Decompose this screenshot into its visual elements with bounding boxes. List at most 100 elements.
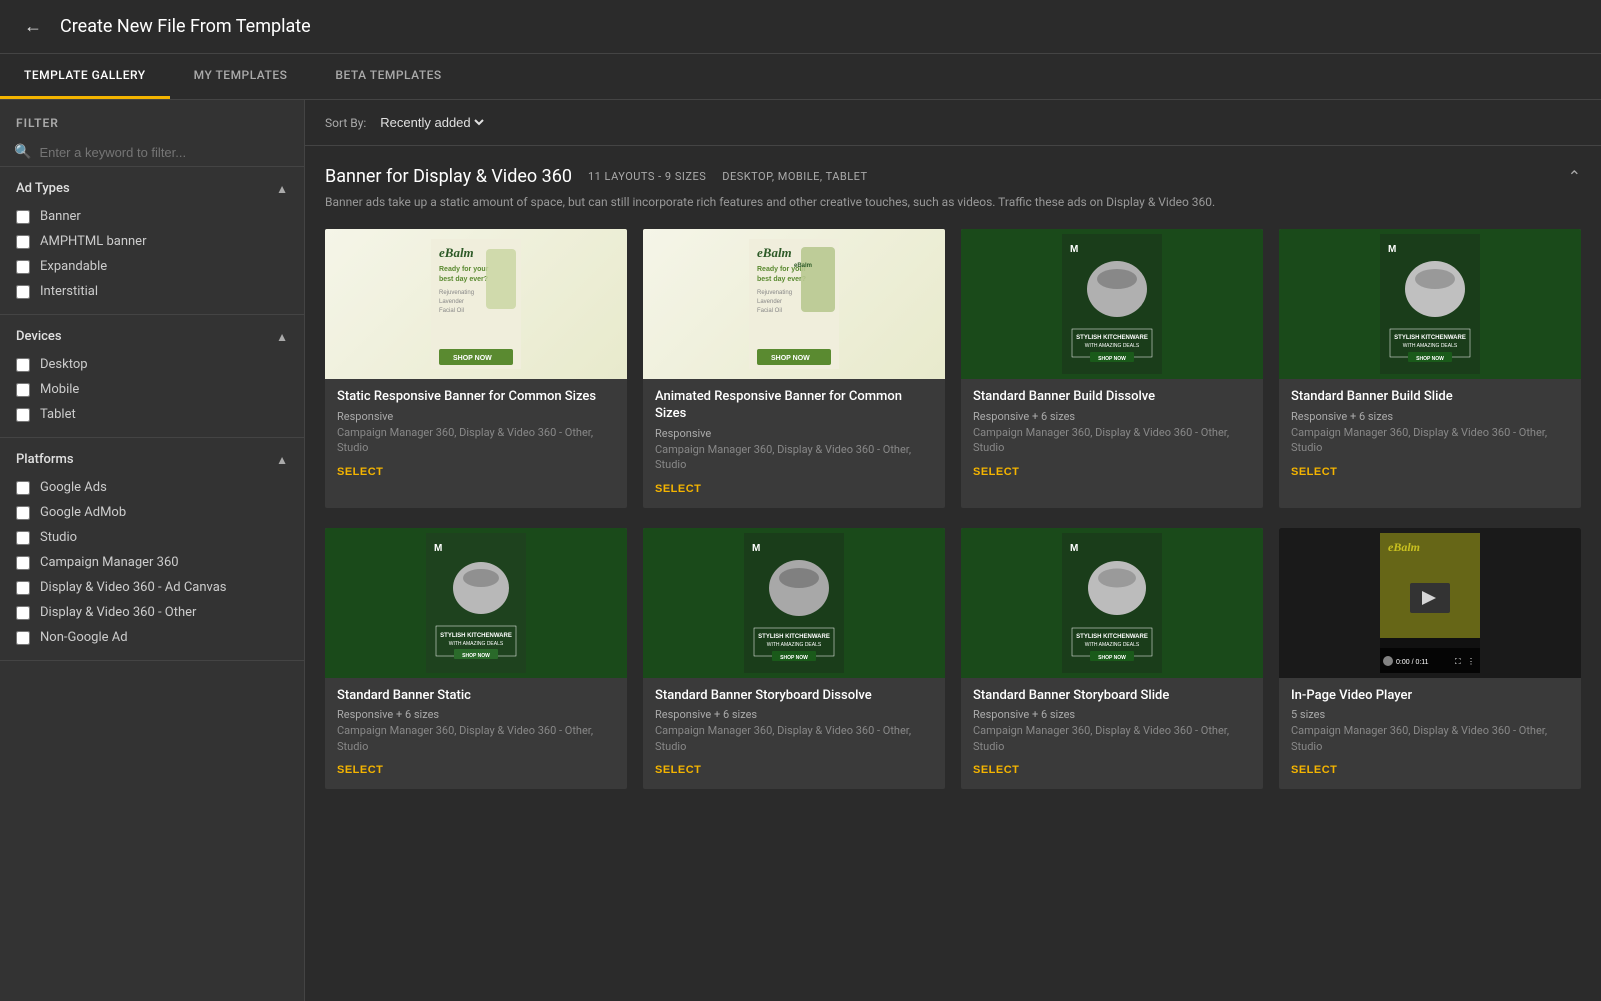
dv360-adcanvas-checkbox[interactable] bbox=[16, 581, 30, 595]
select-button-7[interactable]: SELECT bbox=[973, 764, 1019, 776]
tab-beta-templates[interactable]: BETA TEMPLATES bbox=[311, 54, 465, 99]
card-title-2: Animated Responsive Banner for Common Si… bbox=[655, 389, 933, 423]
svg-text:0:00 / 0:11: 0:00 / 0:11 bbox=[1396, 659, 1429, 666]
card-banner-static[interactable]: M STYLISH KITCHENWARE WITH AMAZING DEALS… bbox=[325, 528, 627, 790]
tab-template-gallery[interactable]: TEMPLATE GALLERY bbox=[0, 54, 170, 99]
campaign-manager-checkbox[interactable] bbox=[16, 556, 30, 570]
select-button-6[interactable]: SELECT bbox=[655, 764, 701, 776]
sort-select[interactable]: Recently added Name Most used bbox=[376, 114, 487, 131]
desktop-checkbox[interactable] bbox=[16, 358, 30, 372]
card-image-static-responsive: eBalm Ready for your best day ever? Reju… bbox=[325, 229, 627, 379]
select-button-4[interactable]: SELECT bbox=[1291, 466, 1337, 478]
expandable-checkbox[interactable] bbox=[16, 260, 30, 274]
card-platforms-4: Campaign Manager 360, Display & Video 36… bbox=[1291, 425, 1569, 456]
svg-text:eBalm: eBalm bbox=[757, 245, 792, 260]
devices-header[interactable]: Devices ▲ bbox=[0, 315, 304, 352]
svg-text:eBalm: eBalm bbox=[1388, 540, 1420, 554]
content-area: Sort By: Recently added Name Most used B… bbox=[305, 100, 1601, 1001]
select-button-1[interactable]: SELECT bbox=[337, 466, 383, 478]
card-static-responsive[interactable]: eBalm Ready for your best day ever? Reju… bbox=[325, 229, 627, 508]
tablet-checkbox[interactable] bbox=[16, 408, 30, 422]
svg-text:Facial Oil: Facial Oil bbox=[439, 308, 464, 314]
select-button-8[interactable]: SELECT bbox=[1291, 764, 1337, 776]
svg-text:⛶: ⛶ bbox=[1454, 657, 1461, 666]
card-storyboard-slide[interactable]: M STYLISH KITCHENWARE WITH AMAZING DEALS… bbox=[961, 528, 1263, 790]
filter-expandable[interactable]: Expandable bbox=[0, 254, 304, 279]
svg-text:M: M bbox=[1070, 543, 1078, 554]
platforms-header[interactable]: Platforms ▲ bbox=[0, 438, 304, 475]
card-animated-responsive[interactable]: eBalm Ready for your best day ever? Reju… bbox=[643, 229, 945, 508]
filter-mobile[interactable]: Mobile bbox=[0, 377, 304, 402]
filter-banner[interactable]: Banner bbox=[0, 204, 304, 229]
card-build-slide[interactable]: M STYLISH KITCHENWARE WITH AMAZING DEALS… bbox=[1279, 229, 1581, 508]
filter-studio[interactable]: Studio bbox=[0, 525, 304, 550]
tab-my-templates[interactable]: MY TEMPLATES bbox=[170, 54, 312, 99]
collapse-icon[interactable]: ⌃ bbox=[1568, 167, 1581, 186]
svg-text:SHOP NOW: SHOP NOW bbox=[1098, 356, 1126, 362]
card-build-dissolve[interactable]: M STYLISH KITCHENWARE WITH AMAZING DEALS… bbox=[961, 229, 1263, 508]
card-subtitle-8: 5 sizes bbox=[1291, 708, 1569, 721]
svg-text:WITH AMAZING DEALS: WITH AMAZING DEALS bbox=[767, 642, 822, 648]
card-platforms-5: Campaign Manager 360, Display & Video 36… bbox=[337, 723, 615, 754]
select-button-3[interactable]: SELECT bbox=[973, 466, 1019, 478]
svg-text:M: M bbox=[434, 543, 442, 554]
card-title-6: Standard Banner Storyboard Dissolve bbox=[655, 688, 933, 705]
svg-text:SHOP NOW: SHOP NOW bbox=[462, 653, 490, 659]
filter-amphtml[interactable]: AMPHTML banner bbox=[0, 229, 304, 254]
devices-section: Devices ▲ Desktop Mobile Tablet bbox=[0, 315, 304, 438]
svg-text:WITH AMAZING DEALS: WITH AMAZING DEALS bbox=[449, 641, 504, 647]
card-body-3: Standard Banner Build Dissolve Responsiv… bbox=[961, 379, 1263, 491]
mobile-checkbox[interactable] bbox=[16, 383, 30, 397]
studio-checkbox[interactable] bbox=[16, 531, 30, 545]
svg-text:M: M bbox=[752, 543, 760, 554]
google-ads-checkbox[interactable] bbox=[16, 481, 30, 495]
dv360-other-checkbox[interactable] bbox=[16, 606, 30, 620]
sidebar: FILTER 🔍 Ad Types ▲ Banner AMPHTML banne… bbox=[0, 100, 305, 1001]
filter-google-ads[interactable]: Google Ads bbox=[0, 475, 304, 500]
banner-layouts: 11 LAYOUTS - 9 SIZES bbox=[588, 170, 706, 183]
card-platforms-2: Campaign Manager 360, Display & Video 36… bbox=[655, 442, 933, 473]
select-button-2[interactable]: SELECT bbox=[655, 483, 701, 495]
filter-interstitial[interactable]: Interstitial bbox=[0, 279, 304, 304]
tab-bar: TEMPLATE GALLERY MY TEMPLATES BETA TEMPL… bbox=[0, 54, 1601, 100]
filter-campaign-manager[interactable]: Campaign Manager 360 bbox=[0, 550, 304, 575]
svg-text:Lavender: Lavender bbox=[439, 299, 464, 305]
card-subtitle-4: Responsive + 6 sizes bbox=[1291, 410, 1569, 423]
svg-text:STYLISH KITCHENWARE: STYLISH KITCHENWARE bbox=[440, 633, 512, 639]
card-subtitle-1: Responsive bbox=[337, 410, 615, 423]
select-button-5[interactable]: SELECT bbox=[337, 764, 383, 776]
filter-google-admob[interactable]: Google AdMob bbox=[0, 500, 304, 525]
card-platforms-8: Campaign Manager 360, Display & Video 36… bbox=[1291, 723, 1569, 754]
filter-desktop[interactable]: Desktop bbox=[0, 352, 304, 377]
ad-preview-video: eBalm 0:00 / 0:11 ⛶ ⋮ bbox=[1279, 528, 1581, 678]
filter-tablet[interactable]: Tablet bbox=[0, 402, 304, 427]
card-storyboard-dissolve[interactable]: M STYLISH KITCHENWARE WITH AMAZING DEALS… bbox=[643, 528, 945, 790]
search-icon: 🔍 bbox=[14, 144, 31, 160]
svg-text:⋮: ⋮ bbox=[1467, 657, 1475, 666]
back-button[interactable]: ← bbox=[20, 12, 46, 41]
filter-dv360-other[interactable]: Display & Video 360 - Other bbox=[0, 600, 304, 625]
filter-non-google[interactable]: Non-Google Ad bbox=[0, 625, 304, 650]
svg-text:SHOP NOW: SHOP NOW bbox=[780, 655, 808, 661]
banner-checkbox[interactable] bbox=[16, 210, 30, 224]
banner-label: Banner bbox=[40, 209, 81, 224]
banner-section-header[interactable]: Banner for Display & Video 360 11 LAYOUT… bbox=[325, 166, 1581, 187]
search-box: 🔍 bbox=[0, 138, 304, 167]
google-admob-checkbox[interactable] bbox=[16, 506, 30, 520]
non-google-label: Non-Google Ad bbox=[40, 630, 128, 645]
cards-grid-row1: eBalm Ready for your best day ever? Reju… bbox=[325, 229, 1581, 508]
svg-text:Rejuvenating: Rejuvenating bbox=[439, 290, 474, 296]
non-google-checkbox[interactable] bbox=[16, 631, 30, 645]
ad-preview-kettle-1: M STYLISH KITCHENWARE WITH AMAZING DEALS… bbox=[961, 229, 1263, 379]
amphtml-checkbox[interactable] bbox=[16, 235, 30, 249]
search-input[interactable] bbox=[39, 145, 290, 160]
card-video-player[interactable]: eBalm 0:00 / 0:11 ⛶ ⋮ bbox=[1279, 528, 1581, 790]
ad-types-header[interactable]: Ad Types ▲ bbox=[0, 167, 304, 204]
platforms-title: Platforms bbox=[16, 452, 74, 467]
interstitial-checkbox[interactable] bbox=[16, 285, 30, 299]
filter-dv360-adcanvas[interactable]: Display & Video 360 - Ad Canvas bbox=[0, 575, 304, 600]
card-image-storyboard-slide: M STYLISH KITCHENWARE WITH AMAZING DEALS… bbox=[961, 528, 1263, 678]
card-title-7: Standard Banner Storyboard Slide bbox=[973, 688, 1251, 705]
mobile-label: Mobile bbox=[40, 382, 79, 397]
svg-text:STYLISH KITCHENWARE: STYLISH KITCHENWARE bbox=[1076, 335, 1148, 341]
